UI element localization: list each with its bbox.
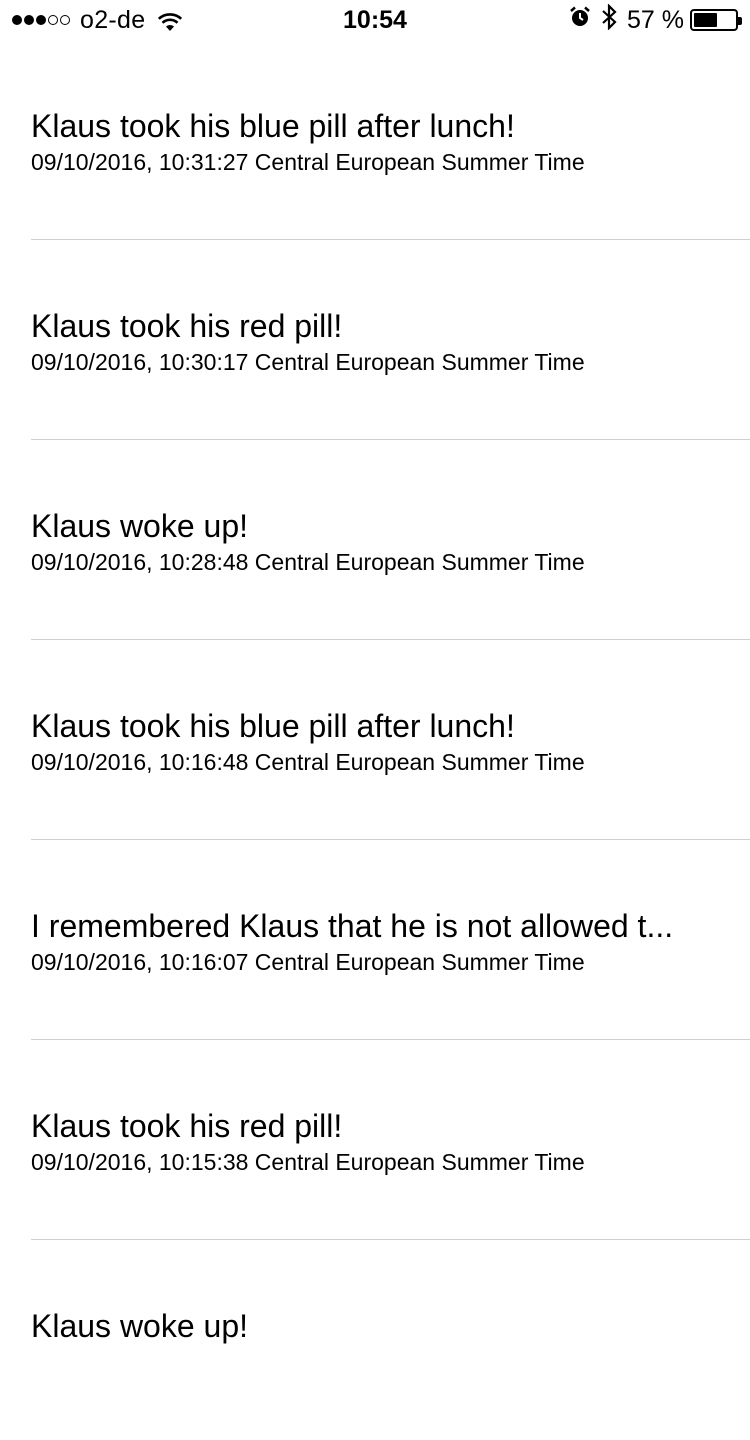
item-timestamp: 09/10/2016, 10:16:48 Central European Su… — [31, 749, 585, 775]
item-title: Klaus woke up! — [31, 1308, 249, 1344]
bluetooth-icon — [601, 2, 617, 37]
item-title: Klaus took his blue pill after lunch! — [31, 708, 515, 744]
item-title: Klaus took his red pill! — [31, 1108, 343, 1144]
list-item[interactable]: Klaus took his red pill! 09/10/2016, 10:… — [0, 240, 750, 440]
list-item[interactable]: Klaus took his blue pill after lunch! 09… — [0, 640, 750, 840]
item-timestamp: 09/10/2016, 10:15:38 Central European Su… — [31, 1149, 585, 1175]
list-item[interactable]: Klaus took his blue pill after lunch! 09… — [0, 40, 750, 240]
event-list: Klaus took his blue pill after lunch! 09… — [0, 40, 750, 1440]
item-timestamp: 09/10/2016, 10:28:48 Central European Su… — [31, 549, 585, 575]
item-timestamp: 09/10/2016, 10:16:07 Central European Su… — [31, 949, 585, 975]
battery-percentage: 57 % — [627, 5, 684, 34]
status-right: 57 % — [569, 2, 742, 37]
battery-icon — [690, 9, 742, 31]
item-title: I remembered Klaus that he is not allowe… — [31, 908, 674, 944]
battery-fill — [694, 13, 717, 27]
item-title: Klaus took his blue pill after lunch! — [31, 108, 515, 144]
list-item[interactable]: Klaus woke up! 09/10/2016, 10:28:48 Cent… — [0, 440, 750, 640]
list-item[interactable]: Klaus woke up! — [0, 1240, 750, 1440]
status-bar: o2-de 10:54 57 % — [0, 0, 750, 40]
list-item[interactable]: Klaus took his red pill! 09/10/2016, 10:… — [0, 1040, 750, 1240]
battery-cap — [738, 17, 742, 25]
list-item[interactable]: I remembered Klaus that he is not allowe… — [0, 840, 750, 1040]
item-title: Klaus woke up! — [31, 508, 249, 544]
item-timestamp: 09/10/2016, 10:31:27 Central European Su… — [31, 149, 585, 175]
alarm-icon — [569, 6, 591, 35]
item-timestamp: 09/10/2016, 10:30:17 Central European Su… — [31, 349, 585, 375]
item-title: Klaus took his red pill! — [31, 308, 343, 344]
